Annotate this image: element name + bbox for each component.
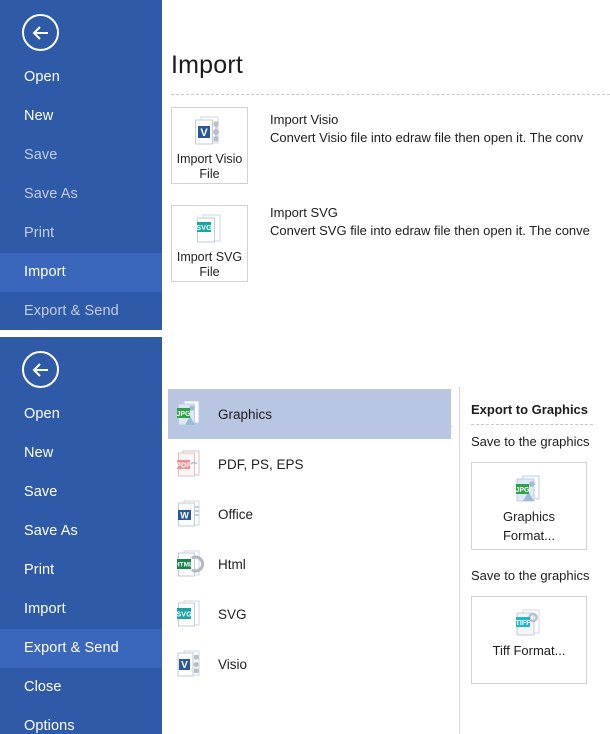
export-backstage-panel: Open New Save Save As Print Import Expor… xyxy=(0,337,610,734)
sidebar-item-print[interactable]: Print xyxy=(0,214,162,253)
sidebar-item-close[interactable]: Close xyxy=(0,668,162,707)
sidebar-item-export-send[interactable]: Export & Send xyxy=(0,292,162,330)
sidebar-item-options[interactable]: Options xyxy=(0,707,162,734)
sidebar-item-new[interactable]: New xyxy=(0,97,162,136)
svg-text:PDF: PDF xyxy=(177,463,192,470)
export-format-item-pdf[interactable]: PDF PDF, PS, EPS xyxy=(168,439,451,489)
svg-text:TIFF: TIFF xyxy=(516,620,531,627)
svg-text:JPG: JPG xyxy=(176,411,191,418)
import-nav-list: Open New Save Save As Print Import Expor… xyxy=(0,58,162,330)
sidebar-item-export-send[interactable]: Export & Send xyxy=(0,629,162,668)
sidebar-item-open[interactable]: Open xyxy=(0,58,162,97)
back-button[interactable] xyxy=(22,351,59,388)
import-svg-heading: Import SVG xyxy=(270,205,338,220)
import-visio-heading: Import Visio xyxy=(270,112,339,127)
pdf-file-icon: PDF xyxy=(174,449,206,479)
export-format-item-html[interactable]: HTML Html xyxy=(168,539,451,589)
page-title: Import xyxy=(171,51,244,79)
svg-text:W: W xyxy=(180,511,189,521)
svg-file-icon: SVG xyxy=(172,213,247,245)
export-format-item-svg[interactable]: SVG SVG xyxy=(168,589,451,639)
graphics-format-tile[interactable]: JPG Graphics Format... xyxy=(471,462,587,550)
right-pane-separator xyxy=(471,424,593,425)
sidebar-item-save[interactable]: Save xyxy=(0,473,162,512)
import-content: Import V Import Visio File Import Visio xyxy=(162,0,610,330)
tiff-format-tile[interactable]: TIFF Tiff Format... xyxy=(471,596,587,684)
export-format-list: JPG Graphics PDF PDF, PS, EPS W Office H… xyxy=(168,389,451,689)
import-svg-tile-label: Import SVG File xyxy=(176,250,243,279)
graphics-section-caption: Save to the graphics xyxy=(471,434,590,449)
svg-file-icon: SVG xyxy=(174,599,206,629)
sidebar-item-import[interactable]: Import xyxy=(0,253,162,292)
export-format-item-graphics[interactable]: JPG Graphics xyxy=(168,389,451,439)
sidebar-item-print[interactable]: Print xyxy=(0,551,162,590)
svg-text:JPG: JPG xyxy=(515,487,530,494)
import-visio-description: Convert Visio file into edraw file then … xyxy=(270,130,584,145)
sidebar-item-save-as[interactable]: Save As xyxy=(0,175,162,214)
sidebar-item-save-as[interactable]: Save As xyxy=(0,512,162,551)
title-separator xyxy=(171,94,610,95)
html-file-icon: HTML xyxy=(174,549,206,579)
svg-text:HTML: HTML xyxy=(175,562,193,569)
graphics-format-tile-label: Graphics Format... xyxy=(502,509,556,543)
tiff-section-caption: Save to the graphics xyxy=(471,568,590,583)
import-visio-tile-label: Import Visio File xyxy=(176,152,243,181)
export-format-label: Html xyxy=(218,556,246,572)
right-pane-title: Export to Graphics xyxy=(471,402,589,417)
svg-text:V: V xyxy=(181,660,188,671)
export-format-label: Graphics xyxy=(218,406,273,422)
export-format-label: Office xyxy=(218,506,254,522)
export-format-label: PDF, PS, EPS xyxy=(218,456,304,472)
import-backstage-panel: Open New Save Save As Print Import Expor… xyxy=(0,0,610,330)
tiff-file-icon: TIFF xyxy=(472,608,586,640)
svg-text:SVG: SVG xyxy=(196,223,212,232)
export-content: Export Office JPG Graphics xyxy=(162,337,610,734)
export-format-item-visio[interactable]: V Visio xyxy=(168,639,451,689)
back-button[interactable] xyxy=(22,14,59,51)
export-format-label: SVG xyxy=(218,606,247,622)
import-sidebar: Open New Save Save As Print Import Expor… xyxy=(0,0,162,330)
svg-text:SVG: SVG xyxy=(176,610,192,619)
jpg-file-icon: JPG xyxy=(472,474,586,506)
jpg-file-icon: JPG xyxy=(174,399,206,429)
export-to-graphics-pane: Export to Graphics Save to the graphics … xyxy=(459,387,610,734)
tiff-format-tile-label: Tiff Format... xyxy=(492,643,566,658)
visio-file-icon: V xyxy=(172,115,247,147)
svg-text:V: V xyxy=(200,127,208,139)
back-arrow-icon xyxy=(31,25,51,41)
visio-file-icon: V xyxy=(174,649,206,679)
back-arrow-icon xyxy=(31,362,51,378)
import-svg-tile[interactable]: SVG Import SVG File xyxy=(171,205,248,282)
sidebar-item-new[interactable]: New xyxy=(0,434,162,473)
sidebar-item-save[interactable]: Save xyxy=(0,136,162,175)
import-svg-description: Convert SVG file into edraw file then op… xyxy=(270,223,590,238)
export-nav-list: Open New Save Save As Print Import Expor… xyxy=(0,395,162,734)
word-file-icon: W xyxy=(174,499,206,529)
sidebar-item-open[interactable]: Open xyxy=(0,395,162,434)
sidebar-item-import[interactable]: Import xyxy=(0,590,162,629)
import-visio-tile[interactable]: V Import Visio File xyxy=(171,107,248,184)
export-format-item-office[interactable]: W Office xyxy=(168,489,451,539)
export-format-label: Visio xyxy=(218,656,248,672)
export-sidebar: Open New Save Save As Print Import Expor… xyxy=(0,337,162,734)
